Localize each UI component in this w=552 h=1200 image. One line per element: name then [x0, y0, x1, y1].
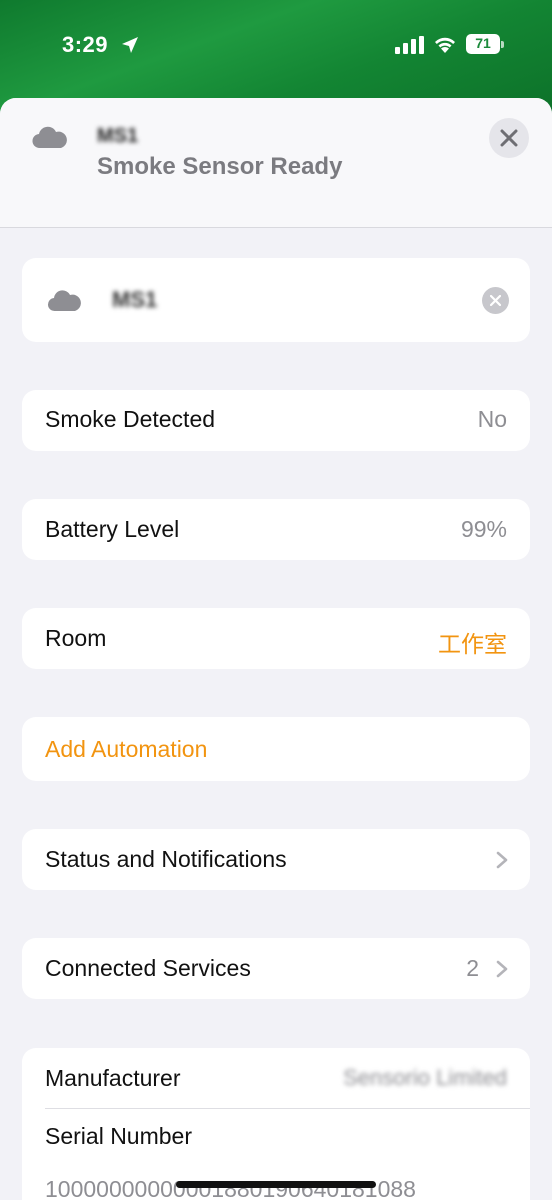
divider — [45, 1108, 530, 1109]
cellular-signal-icon — [395, 36, 424, 54]
battery-level-text: 71 — [475, 35, 491, 51]
status-bar: 3:29 71 — [0, 0, 552, 90]
room-label: Room — [45, 625, 107, 651]
manufacturer-value: Sensorio Limited — [343, 1065, 507, 1090]
battery-level-label: Battery Level — [45, 516, 180, 542]
clear-text-button[interactable] — [482, 287, 509, 314]
cloud-icon — [32, 126, 67, 149]
wifi-icon — [435, 37, 455, 53]
battery-level-value: 99% — [460, 516, 507, 542]
room-row[interactable]: Room 工作室 — [22, 608, 530, 669]
smoke-detected-row: Smoke Detected No — [22, 390, 530, 451]
name-field-value[interactable]: MS1 — [112, 287, 157, 313]
clear-icon — [490, 295, 501, 306]
add-automation-label[interactable]: Add Automation — [45, 736, 207, 763]
chevron-right-icon — [496, 851, 508, 869]
home-indicator[interactable] — [176, 1181, 376, 1188]
device-name: MS1 — [97, 125, 139, 147]
serial-number-label: Serial Number — [45, 1123, 192, 1149]
battery-indicator: 71 — [466, 34, 504, 54]
status-notifications-label: Status and Notifications — [45, 846, 287, 872]
smoke-detected-label: Smoke Detected — [45, 406, 216, 432]
location-arrow-icon — [122, 37, 138, 53]
status-notifications-row[interactable]: Status and Notifications — [22, 829, 530, 890]
accessory-info-card: Manufacturer Sensorio Limited Serial Num… — [22, 1048, 530, 1200]
close-button[interactable] — [489, 118, 529, 158]
status-time: 3:29 — [62, 32, 109, 57]
connected-services-count: 2 — [466, 955, 479, 981]
connected-services-row[interactable]: Connected Services 2 — [22, 938, 530, 999]
room-value[interactable]: 工作室 — [438, 625, 507, 659]
accessory-detail-sheet: MS1 Smoke Sensor Ready MS1 Smoke Detecte… — [0, 98, 552, 1200]
close-icon — [500, 129, 518, 147]
name-field[interactable]: MS1 — [22, 258, 530, 342]
chevron-right-icon — [496, 960, 508, 978]
add-automation-button[interactable]: Add Automation — [22, 717, 530, 781]
connected-services-label: Connected Services — [45, 955, 251, 981]
cloud-icon — [47, 290, 81, 312]
serial-number-value: 10000000000001880190640181088 — [45, 1176, 416, 1200]
sheet-header: MS1 Smoke Sensor Ready — [0, 98, 552, 228]
manufacturer-label: Manufacturer — [45, 1065, 181, 1091]
battery-level-row: Battery Level 99% — [22, 499, 530, 560]
device-status: Smoke Sensor Ready — [97, 153, 343, 180]
smoke-detected-value: No — [477, 406, 507, 432]
